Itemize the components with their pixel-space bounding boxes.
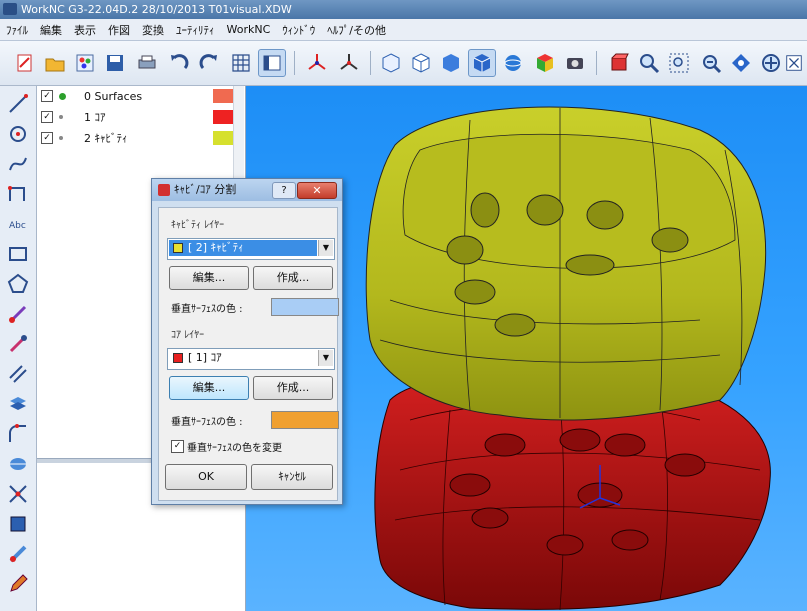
cavity-edit-button[interactable]: 編集... (169, 266, 249, 290)
view-front-icon[interactable] (408, 50, 434, 76)
menu-help[interactable]: ﾍﾙﾌﾟ/その他 (321, 22, 392, 38)
palette-icon[interactable] (72, 50, 98, 76)
core-layer-selected: [ 1] ｺｱ (169, 350, 317, 366)
menu-edit[interactable]: 編集 (34, 22, 68, 38)
dialog-title: ｷｬﾋﾞ/ｺｱ 分割 (174, 183, 237, 196)
surface-tool-icon[interactable] (6, 392, 30, 416)
change-vertical-color-label: 垂直ｻｰﾌｪｽの色を変更 (187, 443, 282, 454)
change-vertical-color-checkbox[interactable]: ✓ (171, 440, 184, 453)
dialog-close-button[interactable]: ✕ (297, 182, 337, 199)
layer-row-cavity[interactable]: ✓ 2 ｷｬﾋﾞﾃｨ (41, 128, 241, 148)
color-cube-icon[interactable] (532, 50, 558, 76)
core-layer-select[interactable]: [ 1] ｺｱ ▼ (167, 348, 335, 370)
zoom-icon[interactable] (636, 50, 662, 76)
text-tool-icon[interactable]: Abc (6, 212, 30, 236)
open-folder-icon[interactable] (42, 50, 68, 76)
layer-label: 1 ｺｱ (84, 111, 106, 124)
left-toolstrip: Abc (0, 86, 37, 611)
save-icon[interactable] (102, 50, 128, 76)
rotate-icon[interactable] (728, 50, 754, 76)
view-cube-icon[interactable] (468, 49, 496, 77)
chevron-down-icon[interactable]: ▼ (318, 350, 333, 366)
core-vertical-color-label: 垂直ｻｰﾌｪｽの色 : (171, 417, 243, 428)
main-toolbar (0, 41, 807, 86)
view-shaded-icon[interactable] (438, 50, 464, 76)
box-tool-icon[interactable] (6, 512, 30, 536)
offset-tool-icon[interactable] (6, 362, 30, 386)
layer-panel-icon[interactable] (258, 49, 286, 77)
layer-row-surfaces[interactable]: ✓ 0 Surfaces (41, 86, 241, 106)
layer-row-core[interactable]: ✓ 1 ｺｱ (41, 107, 241, 127)
core-layer-group-label: ｺｱ ﾚｲﾔｰ (171, 330, 205, 341)
dialog-help-button[interactable]: ? (272, 182, 296, 199)
new-file-icon[interactable] (12, 50, 38, 76)
zoom-fit-icon[interactable] (698, 50, 724, 76)
zoom-window-icon[interactable] (666, 50, 692, 76)
spline-tool-icon[interactable] (6, 152, 30, 176)
app-logo-icon (3, 3, 17, 15)
curve-edit-icon[interactable] (6, 302, 30, 326)
pencil-tool-icon[interactable] (6, 572, 30, 596)
title-bar: WorkNC G3-22.04D.2 28/10/2013 T01visual.… (0, 0, 807, 19)
project-tool-icon[interactable] (6, 542, 30, 566)
core-vertical-color-swatch[interactable] (271, 411, 339, 429)
menu-worknc[interactable]: WorkNC (221, 23, 277, 36)
layer-status-dot (59, 92, 66, 100)
menu-window[interactable]: ｳｨﾝﾄﾞｳ (276, 22, 321, 38)
dialog-body: ｷｬﾋﾞﾃｨ ﾚｲﾔｰ [ 2] ｷｬﾋﾞﾃｨ ▼ 編集... 作成... 垂直… (158, 207, 339, 501)
undo-icon[interactable] (166, 50, 192, 76)
view-iso-icon[interactable] (378, 50, 404, 76)
axis-alt-icon[interactable] (336, 50, 362, 76)
axis-icon[interactable] (304, 50, 330, 76)
cavity-vertical-color-swatch[interactable] (271, 298, 339, 316)
layer-label: 2 ｷｬﾋﾞﾃｨ (84, 132, 128, 145)
camera-icon[interactable] (562, 50, 588, 76)
cavity-part (365, 106, 767, 421)
menu-utility[interactable]: ﾕｰﾃｨﾘﾃｨ (170, 22, 221, 38)
trim-tool-icon[interactable] (6, 332, 30, 356)
grid-icon[interactable] (228, 50, 254, 76)
rectangle-tool-icon[interactable] (6, 242, 30, 266)
polygon-tool-icon[interactable] (6, 272, 30, 296)
circle-tool-icon[interactable] (6, 122, 30, 146)
menu-transform[interactable]: 変換 (136, 22, 170, 38)
core-create-button[interactable]: 作成... (253, 376, 333, 400)
core-edit-button[interactable]: 編集... (169, 376, 249, 400)
print-icon[interactable] (134, 50, 160, 76)
dialog-app-icon (158, 184, 170, 196)
cavity-layer-group-label: ｷｬﾋﾞﾃｨ ﾚｲﾔｰ (171, 220, 225, 231)
cavity-create-button[interactable]: 作成... (253, 266, 333, 290)
ok-button[interactable]: OK (165, 464, 247, 490)
cavity-core-split-dialog: ｷｬﾋﾞ/ｺｱ 分割 ? ✕ ｷｬﾋﾞﾃｨ ﾚｲﾔｰ [ 2] ｷｬﾋﾞﾃｨ ▼… (151, 178, 343, 505)
cancel-button[interactable]: ｷｬﾝｾﾙ (251, 464, 333, 490)
redo-icon[interactable] (196, 50, 222, 76)
layer-status-dot (59, 115, 63, 119)
menu-bar: ﾌｧｲﾙ 編集 表示 作図 変換 ﾕｰﾃｨﾘﾃｨ WorkNC ｳｨﾝﾄﾞｳ ﾍ… (0, 19, 807, 41)
layer-checkbox[interactable]: ✓ (41, 111, 53, 123)
menu-view[interactable]: 表示 (68, 22, 102, 38)
cavity-layer-selected: [ 2] ｷｬﾋﾞﾃｨ (169, 240, 317, 256)
layer-status-dot (59, 136, 63, 140)
intersect-tool-icon[interactable] (6, 482, 30, 506)
window-title: WorkNC G3-22.04D.2 28/10/2013 T01visual.… (21, 3, 292, 16)
cavity-layer-color-icon (173, 243, 183, 253)
menu-file[interactable]: ﾌｧｲﾙ (0, 22, 34, 38)
svg-text:Abc: Abc (9, 221, 26, 231)
fit-all-icon[interactable] (784, 50, 804, 76)
cavity-layer-select[interactable]: [ 2] ｷｬﾋﾞﾃｨ ▼ (167, 238, 335, 260)
layer-checkbox[interactable]: ✓ (41, 90, 53, 102)
pan-icon[interactable] (758, 50, 784, 76)
core-layer-color-icon (173, 353, 183, 363)
sphere-icon[interactable] (500, 50, 526, 76)
layer-label: 0 Surfaces (84, 89, 143, 103)
layer-box-icon[interactable] (606, 50, 632, 76)
sphere-tool-icon[interactable] (6, 452, 30, 476)
chevron-down-icon[interactable]: ▼ (318, 240, 333, 256)
cavity-vertical-color-label: 垂直ｻｰﾌｪｽの色 : (171, 304, 243, 315)
line-tool-icon[interactable] (6, 92, 30, 116)
layer-checkbox[interactable]: ✓ (41, 132, 53, 144)
fillet-tool-icon[interactable] (6, 422, 30, 446)
polyline-tool-icon[interactable] (6, 182, 30, 206)
menu-draw[interactable]: 作図 (102, 22, 136, 38)
